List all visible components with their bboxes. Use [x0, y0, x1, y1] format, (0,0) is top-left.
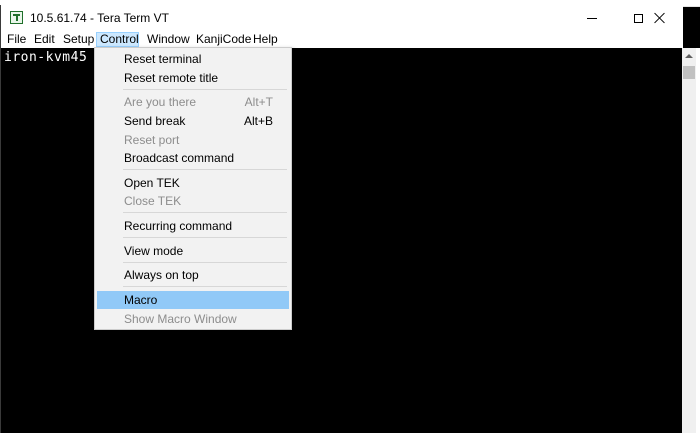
menu-separator [123, 169, 287, 170]
menu-item-label: Send break [124, 114, 186, 128]
menu-item-show-macro-window[interactable]: Show Macro Window [97, 310, 289, 328]
menu-edit[interactable]: Edit [31, 32, 58, 47]
minimize-button[interactable] [569, 5, 615, 31]
menu-separator [123, 237, 287, 238]
menu-item-broadcast-command[interactable]: Broadcast command [97, 149, 289, 167]
menu-item-are-you-there[interactable]: Are you there Alt+T [97, 93, 289, 111]
window-title: 10.5.61.74 - Tera Term VT [30, 11, 169, 25]
menu-item-shortcut: Alt+B [243, 114, 273, 128]
menu-item-reset-remote-title[interactable]: Reset remote title [97, 69, 289, 87]
close-button[interactable] [637, 5, 683, 31]
menu-separator [123, 286, 287, 287]
menu-bar: File Edit Setup Control Window KanjiCode… [1, 31, 683, 48]
menu-item-reset-port[interactable]: Reset port [97, 131, 289, 149]
title-bar[interactable]: 10.5.61.74 - Tera Term VT [1, 5, 683, 31]
menu-separator [123, 212, 287, 213]
menu-item-view-mode[interactable]: View mode [97, 242, 289, 260]
menu-file[interactable]: File [4, 32, 29, 47]
menu-item-open-tek[interactable]: Open TEK [97, 174, 289, 192]
menu-control[interactable]: Control [96, 32, 139, 47]
menu-item-always-on-top[interactable]: Always on top [97, 266, 289, 284]
menu-help[interactable]: Help [250, 32, 281, 47]
menu-item-reset-terminal[interactable]: Reset terminal [97, 50, 289, 68]
scroll-thumb[interactable] [683, 66, 695, 79]
background-window-edge [696, 48, 700, 433]
menu-separator [123, 89, 287, 90]
menu-item-recurring-command[interactable]: Recurring command [97, 217, 289, 235]
menu-item-close-tek[interactable]: Close TEK [97, 192, 289, 210]
menu-item-label: Are you there [124, 95, 197, 109]
control-dropdown-menu: Reset terminal Reset remote title Are yo… [94, 47, 292, 330]
terminal-line: iron-kvm45 [4, 50, 88, 65]
menu-item-macro[interactable]: Macro [97, 291, 289, 309]
tera-term-icon[interactable] [10, 11, 23, 24]
scroll-up-arrow-icon[interactable] [685, 54, 693, 58]
menu-kanjicode[interactable]: KanjiCode [193, 32, 254, 47]
minimize-icon [587, 17, 597, 19]
menu-separator [123, 262, 287, 263]
menu-item-send-break[interactable]: Send break Alt+B [97, 112, 289, 130]
menu-item-shortcut: Alt+T [244, 95, 273, 109]
close-icon [654, 12, 666, 24]
menu-setup[interactable]: Setup [60, 32, 97, 47]
vertical-scrollbar[interactable] [682, 48, 696, 433]
menu-window[interactable]: Window [144, 32, 193, 47]
